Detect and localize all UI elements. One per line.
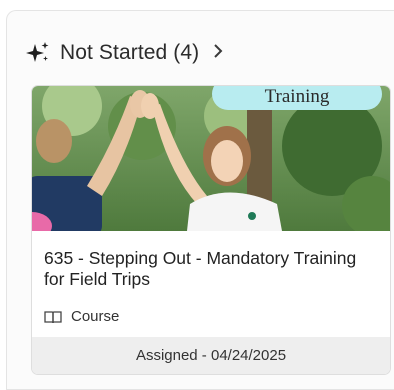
course-title[interactable]: 635 - Stepping Out - Mandatory Training … xyxy=(44,248,374,290)
course-type-label: Course xyxy=(71,308,120,325)
not-started-section-header[interactable]: Not Started (4) xyxy=(26,38,223,68)
training-tag: Training xyxy=(212,86,382,110)
course-thumbnail: Training xyxy=(32,86,390,231)
sparkle-icon xyxy=(26,41,50,65)
course-card[interactable]: Training 635 - Stepping Out - Mandatory … xyxy=(31,85,391,375)
chevron-right-icon[interactable] xyxy=(213,42,223,65)
assigned-date: Assigned - 04/24/2025 xyxy=(32,337,390,374)
section-title: Not Started (4) xyxy=(60,41,200,64)
book-icon xyxy=(44,310,62,324)
course-type: Course xyxy=(44,308,119,325)
